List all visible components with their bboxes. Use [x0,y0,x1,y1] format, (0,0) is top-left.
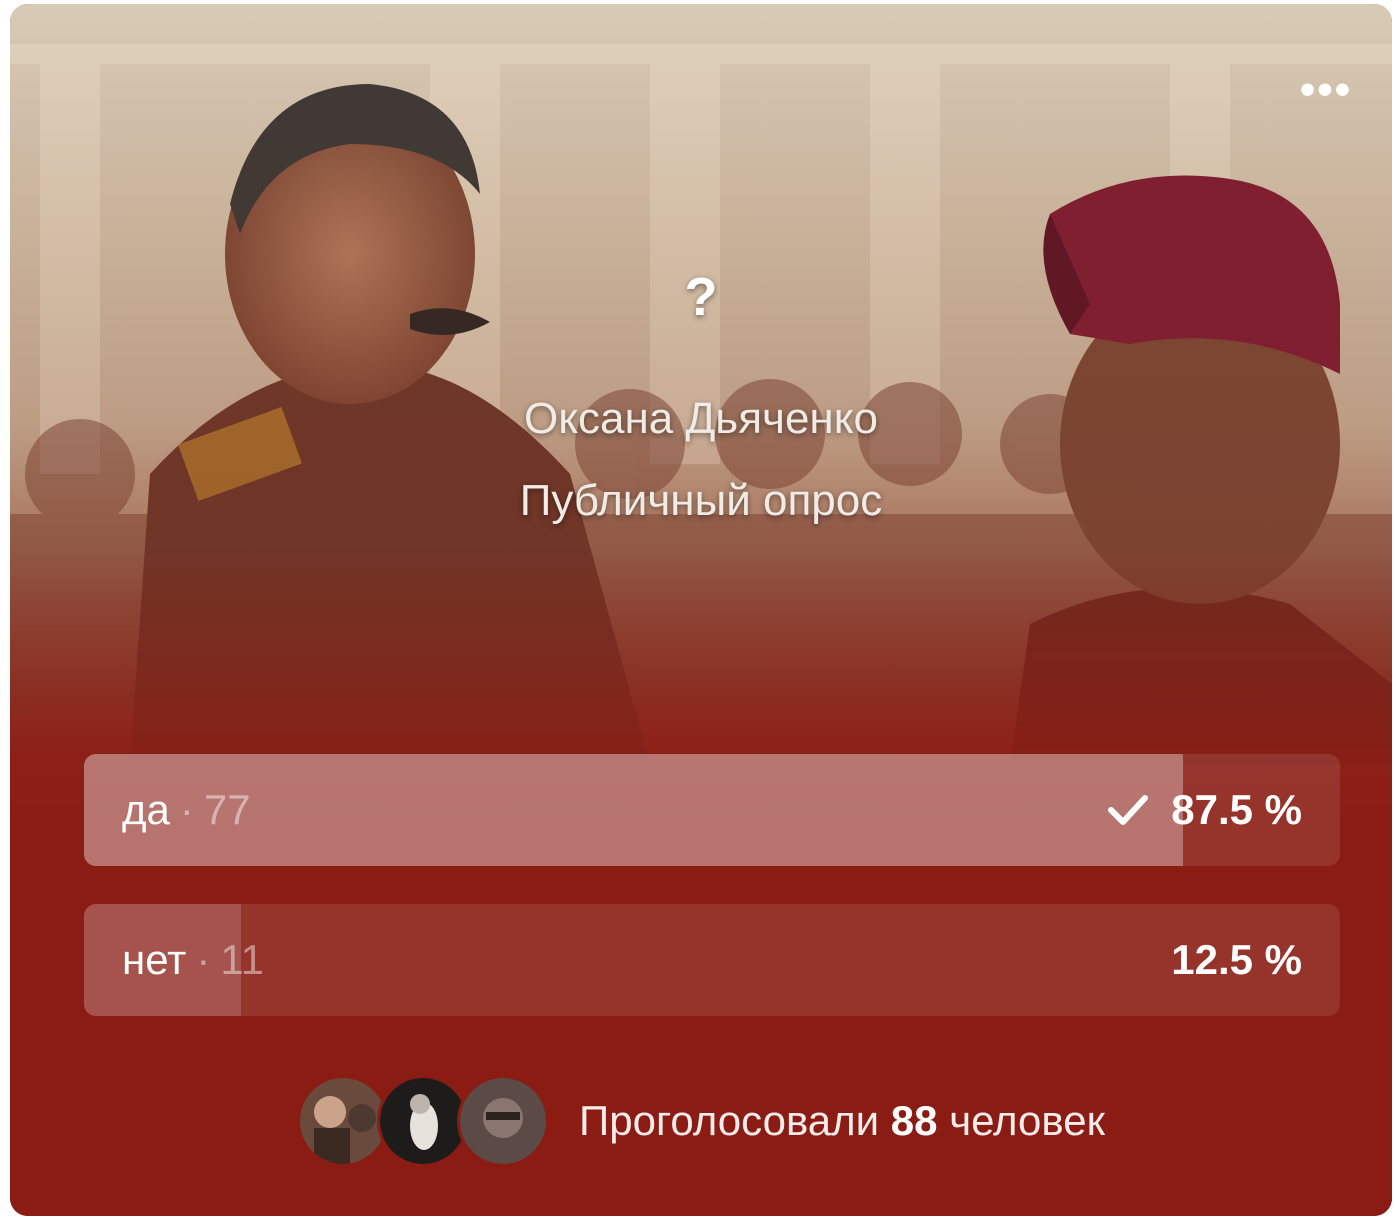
poll-option-count: 77 [203,786,251,833]
avatar[interactable] [457,1075,550,1167]
voters-prefix: Проголосовали [579,1097,880,1144]
poll-option-no[interactable]: нет · 11 12.5 % [84,904,1340,1016]
poll-option-yes[interactable]: да · 77 87.5 % [84,754,1340,866]
checkmark-icon [1108,795,1149,825]
poll-option-percent: 87.5 % [1171,786,1302,833]
more-horizontal-icon: ••• [1299,65,1353,114]
poll-option-no-result: 12.5 % [1171,904,1302,1016]
poll-type-label: Публичный опрос [519,476,883,525]
avatar[interactable] [297,1075,390,1167]
avatar[interactable] [377,1075,470,1167]
poll-option-percent: 12.5 % [1171,936,1302,983]
more-options-button[interactable]: ••• [1286,65,1366,114]
voters-suffix: человек [949,1097,1105,1144]
voters-count: 88 [890,1097,938,1144]
voters-footer[interactable]: Проголосовали 88 человек [10,1066,1392,1176]
poll-option-label: нет [122,936,187,983]
poll-option-count: 11 [220,936,265,983]
poll-card: ••• ? Оксана Дьяченко Публичный опрос да… [10,4,1392,1216]
voters-count-text: Проголосовали 88 человек [579,1097,1105,1145]
voter-avatars[interactable] [297,1075,550,1167]
poll-option-separator: · [179,786,194,833]
poll-background-image [10,4,1392,1216]
poll-question: ? [684,267,718,327]
poll-option-yes-label-group: да · 77 [122,754,251,866]
poll-option-label: да [122,786,170,833]
poll-option-separator: · [196,936,211,983]
poll-author[interactable]: Оксана Дьяченко [10,394,1392,444]
page: ••• ? Оксана Дьяченко Публичный опрос да… [0,0,1396,1219]
poll-option-yes-result: 87.5 % [1107,754,1302,866]
poll-option-no-label-group: нет · 11 [122,904,264,1016]
